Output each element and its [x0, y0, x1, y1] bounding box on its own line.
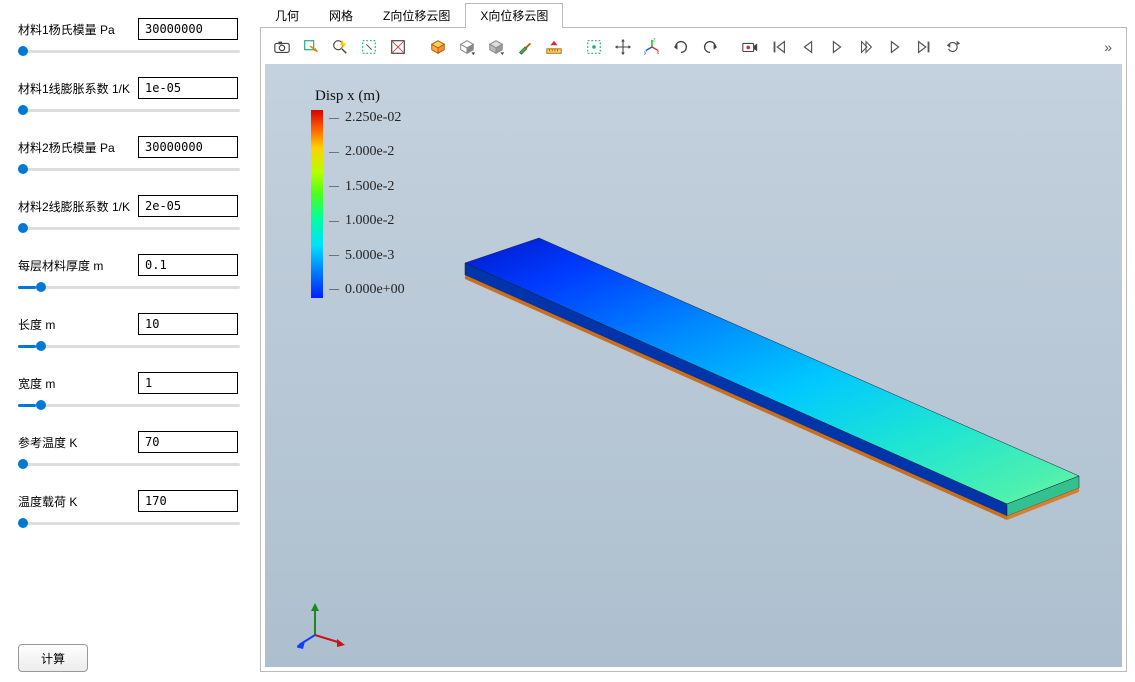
tab-0[interactable]: 几何	[260, 3, 314, 28]
beam-model	[449, 234, 1089, 554]
zoom-bolt-icon[interactable]	[327, 34, 353, 60]
prev-frame-icon[interactable]	[795, 34, 821, 60]
param-label-1: 材料1线膨胀系数 1/K	[18, 80, 138, 97]
param-label-0: 材料1杨氏模量 Pa	[18, 21, 138, 38]
param-slider-6[interactable]	[18, 404, 240, 407]
svg-text:y: y	[644, 50, 647, 56]
param-slider-4[interactable]	[18, 286, 240, 289]
parameter-panel: 材料1杨氏模量 Pa 材料1线膨胀系数 1/K 材料2杨氏模量 Pa 材料2线膨…	[0, 0, 260, 682]
param-slider-1[interactable]	[18, 109, 240, 112]
param-label-7: 参考温度 K	[18, 434, 138, 451]
svg-text:x: x	[657, 50, 660, 56]
play-end-icon[interactable]	[853, 34, 879, 60]
compute-button[interactable]: 计算	[18, 644, 88, 672]
param-label-4: 每层材料厚度 m	[18, 257, 138, 274]
next-frame-icon[interactable]	[882, 34, 908, 60]
viewport-container: zx y » Disp x (m) 2.250e-02 2.000e-2 1.500e-…	[260, 28, 1127, 672]
axis-nav-icon[interactable]: zx y	[639, 34, 665, 60]
param-label-5: 长度 m	[18, 316, 138, 333]
ruler-icon[interactable]	[541, 34, 567, 60]
param-slider-2[interactable]	[18, 168, 240, 171]
rubber-band-zoom-icon[interactable]	[356, 34, 382, 60]
tab-1[interactable]: 网格	[314, 3, 368, 28]
legend-title: Disp x (m)	[315, 88, 380, 105]
last-frame-icon[interactable]	[911, 34, 937, 60]
first-frame-icon[interactable]	[766, 34, 792, 60]
legend-ticks: 2.250e-02 2.000e-2 1.500e-2 1.000e-2 5.000e-…	[329, 110, 405, 298]
brush-icon[interactable]	[512, 34, 538, 60]
param-label-3: 材料2线膨胀系数 1/K	[18, 198, 138, 215]
legend-tick-0: 2.250e-02	[329, 110, 405, 126]
viewport-toolbar: zx y »	[263, 30, 1124, 64]
param-input-1[interactable]	[138, 77, 238, 99]
rotate-cw-icon[interactable]	[668, 34, 694, 60]
param-input-4[interactable]	[138, 254, 238, 276]
param-label-8: 温度载荷 K	[18, 493, 138, 510]
param-slider-8[interactable]	[18, 522, 240, 525]
param-slider-7[interactable]	[18, 463, 240, 466]
param-input-0[interactable]	[138, 18, 238, 40]
axes-triad-icon	[297, 601, 351, 651]
results-panel: 几何网格Z向位移云图X向位移云图 zx y » Disp x (m) 2.250e-…	[260, 0, 1135, 682]
select-region-icon[interactable]	[581, 34, 607, 60]
legend-tick-1: 2.000e-2	[329, 144, 405, 160]
move-icon[interactable]	[610, 34, 636, 60]
color-bar	[311, 110, 323, 298]
legend-tick-2: 1.500e-2	[329, 179, 405, 195]
loop-icon[interactable]	[940, 34, 966, 60]
param-input-2[interactable]	[138, 136, 238, 158]
color-legend: 2.250e-02 2.000e-2 1.500e-2 1.000e-2 5.000e-…	[311, 110, 405, 298]
export-icon[interactable]	[298, 34, 324, 60]
svg-text:z: z	[653, 38, 656, 44]
param-slider-3[interactable]	[18, 227, 240, 230]
legend-tick-4: 5.000e-3	[329, 248, 405, 264]
param-input-5[interactable]	[138, 313, 238, 335]
legend-tick-5: 0.000e+00	[329, 282, 405, 298]
param-slider-5[interactable]	[18, 345, 240, 348]
param-input-8[interactable]	[138, 490, 238, 512]
rotate-ccw-icon[interactable]	[697, 34, 723, 60]
param-label-6: 宽度 m	[18, 375, 138, 392]
legend-tick-3: 1.000e-2	[329, 213, 405, 229]
param-input-3[interactable]	[138, 195, 238, 217]
camera-icon[interactable]	[269, 34, 295, 60]
play-icon[interactable]	[824, 34, 850, 60]
tab-2[interactable]: Z向位移云图	[368, 3, 465, 28]
record-icon[interactable]	[737, 34, 763, 60]
param-label-2: 材料2杨氏模量 Pa	[18, 139, 138, 156]
solid-dropdown-icon[interactable]	[483, 34, 509, 60]
reset-icon[interactable]	[385, 34, 411, 60]
param-slider-0[interactable]	[18, 50, 240, 53]
viewport-3d[interactable]: Disp x (m) 2.250e-02 2.000e-2 1.500e-2 1.00…	[265, 64, 1122, 667]
param-input-6[interactable]	[138, 372, 238, 394]
tab-bar: 几何网格Z向位移云图X向位移云图	[260, 6, 1127, 28]
toolbar-overflow-icon[interactable]: »	[1098, 37, 1118, 57]
view-dropdown-icon[interactable]	[454, 34, 480, 60]
isometric-icon[interactable]	[425, 34, 451, 60]
tab-3[interactable]: X向位移云图	[465, 3, 563, 28]
param-input-7[interactable]	[138, 431, 238, 453]
